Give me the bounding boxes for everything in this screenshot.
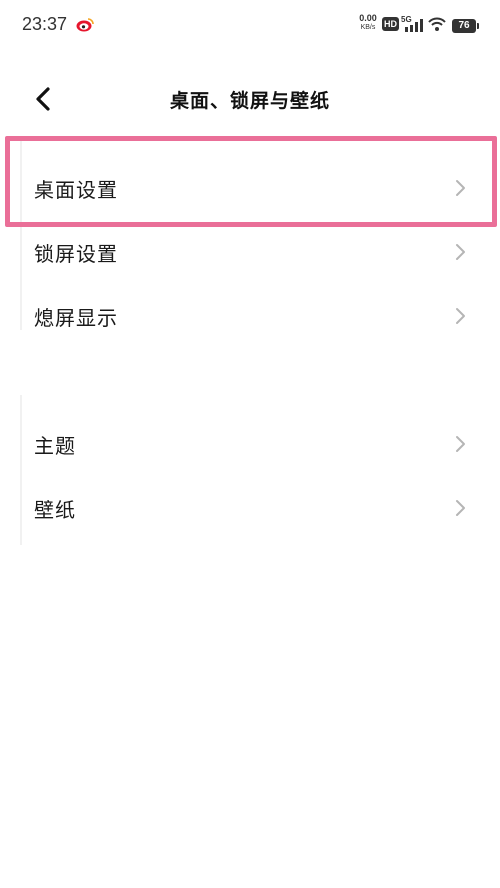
header: 桌面、锁屏与壁纸 — [0, 72, 500, 128]
chevron-right-icon — [456, 436, 465, 452]
item-label: 熄屏显示 — [34, 306, 118, 330]
wifi-icon — [428, 17, 446, 31]
list-item-theme[interactable]: 主题 — [0, 412, 500, 476]
chevron-right-icon — [456, 500, 465, 516]
net-speed-value: 0.00 — [359, 13, 377, 23]
weibo-icon — [76, 18, 94, 32]
status-time: 23:37 — [22, 14, 68, 34]
page-title: 桌面、锁屏与壁纸 — [169, 90, 330, 112]
net-speed: 0.00 KB/s — [357, 14, 379, 32]
chevron-right-icon — [456, 180, 465, 196]
signal-icon: 5G — [401, 15, 425, 33]
hd-badge: HD — [382, 17, 399, 31]
chevron-right-icon — [456, 244, 465, 260]
display-settings-section: 桌面设置 锁屏设置 熄屏显示 — [0, 156, 500, 348]
item-label: 桌面设置 — [34, 178, 118, 202]
theme-wallpaper-section: 主题 壁纸 — [0, 412, 500, 540]
item-label: 锁屏设置 — [34, 242, 118, 266]
item-label: 壁纸 — [34, 498, 76, 522]
item-label: 主题 — [34, 434, 76, 458]
net-speed-unit: KB/s — [360, 24, 376, 31]
list-item-always-on-display[interactable]: 熄屏显示 — [0, 284, 500, 348]
list-item-wallpaper[interactable]: 壁纸 — [0, 476, 500, 540]
chevron-right-icon — [456, 308, 465, 324]
list-item-desktop-settings[interactable]: 桌面设置 — [0, 156, 500, 220]
battery-icon: 76 — [452, 19, 479, 33]
list-item-lockscreen-settings[interactable]: 锁屏设置 — [0, 220, 500, 284]
status-bar: 23:37 0.00 KB/s HD 5G 76 — [0, 0, 500, 52]
